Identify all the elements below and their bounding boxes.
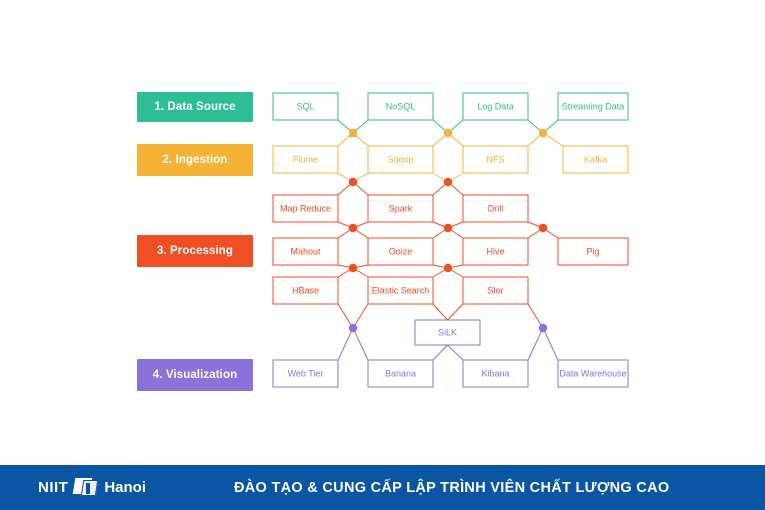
connector-visualization bbox=[352, 327, 369, 361]
node-box[interactable]: Sqoop bbox=[367, 145, 434, 174]
connector-visualization bbox=[542, 327, 559, 361]
junction-j-ds-ing-2 bbox=[443, 128, 453, 138]
node-box[interactable]: Ooize bbox=[367, 237, 434, 266]
node-box[interactable]: Kafka bbox=[562, 145, 629, 174]
stage-label-processing[interactable]: 3. Processing bbox=[137, 235, 253, 267]
logo-monitor-icon bbox=[73, 478, 99, 497]
stage-label-data-source[interactable]: 1. Data Source bbox=[137, 92, 253, 122]
junction-j-pr3-vis-2 bbox=[538, 323, 548, 333]
node-box-label: Sqoop bbox=[387, 154, 413, 164]
node-box-label: Streaming Data bbox=[562, 101, 625, 111]
node-box[interactable]: SiLK bbox=[414, 319, 481, 346]
node-box[interactable]: Banana bbox=[367, 359, 434, 388]
node-box[interactable]: Streaming Data bbox=[557, 92, 629, 121]
junction-j-pr1-pr2-2 bbox=[443, 223, 453, 233]
node-box-label: Banana bbox=[385, 368, 416, 378]
stage-label-visualization[interactable]: 4. Visualization bbox=[137, 359, 253, 391]
junction-j-pr2-pr3-1 bbox=[348, 263, 358, 273]
node-box-label: Flume bbox=[293, 154, 318, 164]
node-box-label: SQL bbox=[296, 101, 314, 111]
node-box[interactable]: HBase bbox=[272, 276, 339, 305]
node-box-label: Log Data bbox=[477, 101, 514, 111]
stage-label-ingestion[interactable]: 2. Ingestion bbox=[137, 144, 253, 176]
node-box-label: Spark bbox=[389, 203, 413, 213]
node-box[interactable]: Slor bbox=[462, 276, 529, 305]
junction-j-ing-pr-1 bbox=[348, 177, 358, 187]
node-box-label: Web Tier bbox=[288, 368, 324, 378]
node-box[interactable]: NoSQL bbox=[367, 92, 434, 121]
connector-visualization bbox=[527, 327, 544, 361]
node-box[interactable]: Drill bbox=[462, 194, 529, 223]
node-box-label: Map Reduce bbox=[280, 203, 331, 213]
niit-hanoi-logo: NIIT Hanoi bbox=[38, 478, 146, 497]
node-box[interactable]: NFS bbox=[462, 145, 529, 174]
node-box[interactable]: SQL bbox=[272, 92, 339, 121]
slide-canvas: SQL NoSQL Log Data Streaming Data Flume Sqoop… bbox=[0, 0, 765, 510]
logo-hanoi-text: Hanoi bbox=[104, 479, 147, 496]
junction-j-pr3-vis-1 bbox=[348, 323, 358, 333]
connector-processing bbox=[352, 303, 369, 329]
node-box-label: Kafka bbox=[584, 154, 607, 164]
junction-j-ing-pr-2 bbox=[443, 177, 453, 187]
node-box[interactable]: Pig bbox=[557, 237, 629, 266]
node-box[interactable]: Mahout bbox=[272, 237, 339, 266]
node-box[interactable]: Web Tier bbox=[272, 359, 339, 388]
node-box-label: NFS bbox=[487, 154, 505, 164]
node-box[interactable]: Elastic Search bbox=[367, 276, 434, 305]
node-box-label: Slor bbox=[487, 285, 503, 295]
node-box-label: Mahout bbox=[290, 246, 321, 256]
node-box-label: Ooize bbox=[389, 246, 413, 256]
connector-processing bbox=[432, 303, 448, 321]
node-box-label: NoSQL bbox=[386, 101, 416, 111]
connector-visualization bbox=[337, 327, 354, 361]
connector-processing bbox=[337, 303, 354, 329]
node-box-label: Kibana bbox=[481, 368, 509, 378]
junction-j-ds-ing-1 bbox=[349, 129, 357, 137]
node-box-label: Pig bbox=[586, 246, 599, 256]
node-box[interactable]: Hive bbox=[462, 237, 529, 266]
node-box-label: HBase bbox=[292, 285, 319, 295]
node-boxes-layer: SQL NoSQL Log Data Streaming Data Flume Sqoop… bbox=[272, 92, 629, 388]
node-box[interactable]: Flume bbox=[272, 145, 339, 174]
node-box-label: Hive bbox=[486, 246, 504, 256]
node-box[interactable]: Data Warehouse bbox=[557, 359, 629, 388]
node-box[interactable]: Kibana bbox=[462, 359, 529, 388]
connector-processing bbox=[447, 303, 464, 321]
junction-j-pr1-pr2-1 bbox=[348, 223, 358, 233]
node-box-label: Elastic Search bbox=[372, 285, 430, 295]
connector-visualization bbox=[432, 344, 448, 361]
big-data-architecture-diagram: SQL NoSQL Log Data Streaming Data Flume Sqoop… bbox=[272, 92, 629, 388]
node-box[interactable]: Spark bbox=[367, 194, 434, 223]
junction-j-pr1-pr2-3 bbox=[538, 223, 548, 233]
logo-niit-text: NIIT bbox=[38, 479, 69, 496]
node-box[interactable]: Map Reduce bbox=[272, 194, 339, 223]
node-box-label: SiLK bbox=[438, 327, 457, 337]
connector-processing bbox=[527, 303, 544, 329]
junction-j-ds-ing-3 bbox=[538, 128, 548, 138]
node-box[interactable]: Log Data bbox=[462, 92, 529, 121]
node-box-label: Data Warehouse bbox=[559, 368, 626, 378]
junction-j-pr2-pr3-2 bbox=[443, 263, 453, 273]
connector-visualization bbox=[447, 344, 464, 361]
footer-bar: NIIT Hanoi ĐÀO TẠO & CUNG CẤP LẬP TRÌNH … bbox=[0, 465, 765, 510]
footer-tagline: ĐÀO TẠO & CUNG CẤP LẬP TRÌNH VIÊN CHẤT L… bbox=[234, 479, 670, 496]
node-box-label: Drill bbox=[488, 203, 504, 213]
